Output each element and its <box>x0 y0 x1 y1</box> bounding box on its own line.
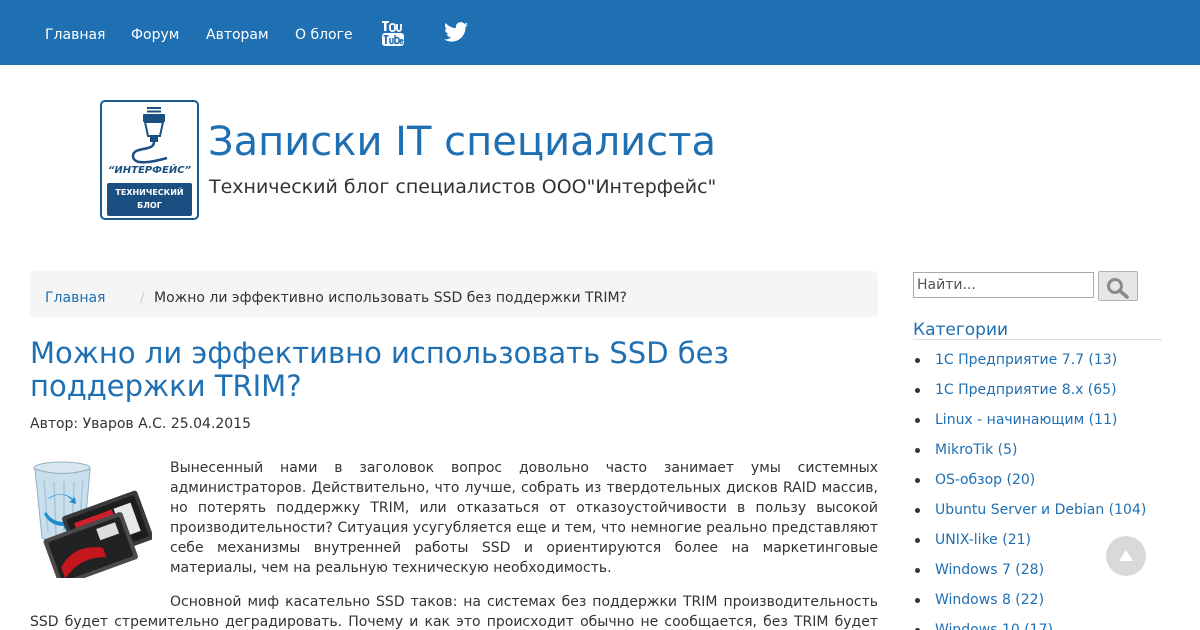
list-item: Windows 8 (22) <box>913 590 1173 620</box>
category-link[interactable]: Windows 8 (22) <box>935 592 1044 608</box>
top-navbar: Главная Форум Авторам О блоге <box>0 0 1200 65</box>
site-title[interactable]: Записки IT специалиста <box>208 117 716 167</box>
search-button[interactable] <box>1098 271 1138 301</box>
category-link[interactable]: 1С Предприятие 8.x (65) <box>935 382 1117 398</box>
nav-item-home[interactable]: Главная <box>45 25 105 45</box>
nav-item-about[interactable]: О блоге <box>295 25 353 45</box>
list-item: Linux - начинающим (11) <box>913 410 1173 440</box>
categories-list: 1С Предприятие 7.7 (13) 1С Предприятие 8… <box>913 350 1173 630</box>
recycle-bin-ssd-image <box>33 461 152 578</box>
search-input[interactable] <box>913 272 1094 298</box>
list-item: 1С Предприятие 7.7 (13) <box>913 350 1173 380</box>
breadcrumb: Главная / Можно ли эффективно использова… <box>30 271 878 317</box>
youtube-icon[interactable] <box>382 20 404 50</box>
breadcrumb-separator: / <box>140 290 145 306</box>
arrow-up-icon <box>1119 550 1133 561</box>
search-icon <box>1107 277 1129 299</box>
categories-heading: Категории <box>913 320 1162 340</box>
site-logo[interactable]: “ИНТЕРФЕЙС” ТЕХНИЧЕСКИЙ БЛОГ <box>100 100 199 220</box>
nav-item-forum[interactable]: Форум <box>131 25 179 45</box>
plug-icon <box>131 107 168 164</box>
category-link[interactable]: Ubuntu Server и Debian (104) <box>935 502 1146 518</box>
category-link[interactable]: Windows 10 (17) <box>935 622 1053 630</box>
article-paragraph: Вынесенный нами в заголовок вопрос довол… <box>170 460 878 576</box>
logo-line1: ТЕХНИЧЕСКИЙ <box>115 188 184 197</box>
logo-line2: БЛОГ <box>137 201 162 210</box>
breadcrumb-current: Можно ли эффективно использовать SSD без… <box>154 290 627 306</box>
category-link[interactable]: Windows 7 (28) <box>935 562 1044 578</box>
list-item: MikroTik (5) <box>913 440 1173 470</box>
breadcrumb-home-link[interactable]: Главная <box>45 289 105 307</box>
nav-item-authors[interactable]: Авторам <box>206 25 269 45</box>
logo-brand: “ИНТЕРФЕЙС” <box>107 165 192 176</box>
category-link[interactable]: UNIX-like (21) <box>935 532 1031 548</box>
site-tagline: Технический блог специалистов ООО"Интерф… <box>209 176 717 198</box>
list-item: 1С Предприятие 8.x (65) <box>913 380 1173 410</box>
category-link[interactable]: 1С Предприятие 7.7 (13) <box>935 352 1117 368</box>
article-paragraph: Основной миф касательно SSD таков: на си… <box>30 594 878 630</box>
post-title: Можно ли эффективно использовать SSD без… <box>30 336 729 403</box>
category-link[interactable]: MikroTik (5) <box>935 442 1018 458</box>
scroll-to-top-button[interactable] <box>1106 536 1146 576</box>
category-link[interactable]: OS-обзор (20) <box>935 472 1035 488</box>
list-item: Windows 10 (17) <box>913 620 1173 630</box>
list-item: Ubuntu Server и Debian (104) <box>913 500 1173 530</box>
category-link[interactable]: Linux - начинающим (11) <box>935 412 1117 428</box>
logo-plate: ТЕХНИЧЕСКИЙ БЛОГ <box>107 183 192 216</box>
list-item: OS-обзор (20) <box>913 470 1173 500</box>
twitter-icon[interactable] <box>444 22 468 46</box>
post-meta: Автор: Уваров А.С. 25.04.2015 <box>30 416 251 432</box>
